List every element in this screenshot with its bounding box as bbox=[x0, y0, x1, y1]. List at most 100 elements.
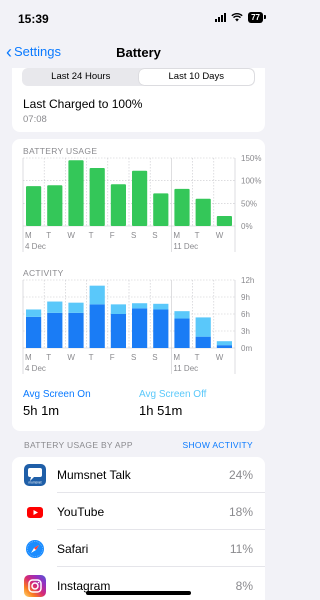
avg-screen-off-value: 1h 51m bbox=[139, 403, 183, 418]
status-icons: 77 bbox=[215, 12, 266, 23]
date-label: 11 Dec bbox=[173, 364, 198, 373]
usage-bar bbox=[110, 184, 126, 226]
date-label: 11 Dec bbox=[173, 242, 198, 251]
screen-off-bar bbox=[110, 304, 126, 314]
y-tick-label: 12h bbox=[241, 276, 254, 285]
screen-on-bar bbox=[132, 308, 148, 348]
cellular-signal-icon bbox=[215, 13, 227, 22]
usage-bar bbox=[89, 167, 105, 226]
y-tick-label: 50% bbox=[241, 199, 257, 208]
y-tick-label: 150% bbox=[241, 154, 261, 163]
app-percentage: 8% bbox=[235, 579, 253, 593]
app-name: Safari bbox=[57, 542, 89, 556]
usage-bar bbox=[47, 185, 63, 226]
app-percentage: 11% bbox=[229, 542, 253, 556]
x-tick-label: F bbox=[110, 231, 115, 240]
avg-screen-on-value: 5h 1m bbox=[23, 403, 60, 418]
divider bbox=[57, 566, 265, 567]
last-charged-time: 07:08 bbox=[23, 114, 47, 125]
usage-bar bbox=[195, 198, 211, 226]
x-tick-label: T bbox=[46, 353, 51, 362]
status-time: 15:39 bbox=[18, 12, 49, 26]
x-tick-label: T bbox=[195, 353, 200, 362]
x-tick-label: F bbox=[110, 353, 115, 362]
x-tick-label: S bbox=[131, 231, 136, 240]
usage-bar bbox=[68, 160, 84, 226]
y-tick-label: 0% bbox=[241, 222, 253, 231]
screen-off-bar bbox=[153, 303, 169, 310]
wifi-icon bbox=[231, 13, 243, 22]
screen-on-bar bbox=[153, 309, 169, 348]
x-tick-label: S bbox=[152, 231, 157, 240]
screen-off-bar bbox=[47, 301, 63, 313]
divider bbox=[57, 492, 265, 493]
usage-bar bbox=[153, 193, 169, 226]
battery-icon: 77 bbox=[248, 12, 266, 23]
segment-last-10-days[interactable]: Last 10 Days bbox=[138, 69, 254, 85]
screen-on-bar bbox=[47, 312, 63, 348]
summary-card: Last 24 Hours Last 10 Days Last Charged … bbox=[12, 68, 265, 132]
app-row-youtube[interactable]: YouTube 18% bbox=[12, 494, 265, 530]
x-tick-label: M bbox=[25, 231, 32, 240]
avg-screen-off-label: Avg Screen Off bbox=[139, 389, 207, 400]
x-tick-label: M bbox=[173, 231, 180, 240]
usage-bar bbox=[26, 186, 42, 226]
screen-off-bar bbox=[132, 303, 148, 309]
mumsnet-icon-text: mumsnet bbox=[28, 481, 41, 485]
page-title: Battery bbox=[116, 45, 161, 60]
navigation-bar: ‹ Settings Battery bbox=[0, 40, 277, 68]
app-name: Mumsnet Talk bbox=[57, 468, 131, 482]
last-charged-text: Last Charged to 100% bbox=[23, 97, 143, 111]
x-tick-label: S bbox=[131, 353, 136, 362]
youtube-icon bbox=[24, 501, 46, 523]
x-tick-label: T bbox=[89, 353, 94, 362]
app-row-instagram[interactable]: Instagram 8% bbox=[12, 568, 265, 600]
show-activity-button[interactable]: SHOW ACTIVITY bbox=[183, 440, 254, 450]
screen-on-bar bbox=[68, 312, 84, 348]
y-tick-label: 9h bbox=[241, 293, 250, 302]
usage-bar bbox=[132, 170, 148, 226]
x-tick-label: W bbox=[67, 231, 75, 240]
x-tick-label: T bbox=[46, 231, 51, 240]
x-tick-label: T bbox=[195, 231, 200, 240]
x-tick-label: M bbox=[173, 353, 180, 362]
screen-off-bar bbox=[68, 302, 84, 313]
screen-on-bar bbox=[110, 314, 126, 348]
app-row-mumsnet-talk[interactable]: mumsnet Mumsnet Talk 24% bbox=[12, 457, 265, 493]
screen-on-bar bbox=[174, 318, 190, 348]
app-usage-list: mumsnet Mumsnet Talk 24% YouTube 18% Saf… bbox=[12, 457, 265, 600]
status-bar: 15:39 77 bbox=[0, 0, 277, 40]
app-row-safari[interactable]: Safari 11% bbox=[12, 531, 265, 567]
period-segmented-control: Last 24 Hours Last 10 Days bbox=[22, 68, 255, 86]
screen-off-bar bbox=[26, 309, 42, 317]
x-tick-label: W bbox=[216, 231, 224, 240]
x-tick-label: T bbox=[89, 231, 94, 240]
x-tick-label: W bbox=[216, 353, 224, 362]
mumsnet-icon: mumsnet bbox=[24, 464, 46, 486]
avg-screen-off: Avg Screen Off 1h 51m bbox=[139, 389, 206, 418]
screen-off-bar bbox=[174, 311, 190, 319]
x-tick-label: W bbox=[67, 353, 75, 362]
charts-card: BATTERY USAGE 150% 100% 50% 0% M T W T F S S M T W 4 D… bbox=[12, 139, 265, 431]
screen-off-bar bbox=[195, 317, 211, 337]
screen-on-bar bbox=[195, 336, 211, 348]
app-percentage: 24% bbox=[228, 468, 253, 482]
x-tick-label: S bbox=[152, 353, 157, 362]
battery-usage-chart[interactable]: 150% 100% 50% 0% M T W T F S S M T W 4 Dec 11 Dec bbox=[12, 154, 265, 254]
segment-last-24-hours[interactable]: Last 24 Hours bbox=[23, 69, 139, 85]
screen-on-bar bbox=[26, 316, 42, 348]
activity-chart[interactable]: 12h 9h 6h 3h 0m M T W T F S S M T W 4 Dec 11 Dec bbox=[12, 276, 265, 376]
date-label: 4 Dec bbox=[25, 242, 46, 251]
usage-bar bbox=[174, 188, 190, 226]
usage-bar bbox=[216, 216, 232, 226]
y-tick-label: 0m bbox=[241, 344, 252, 353]
date-label: 4 Dec bbox=[25, 364, 46, 373]
screen-off-bar bbox=[89, 285, 105, 305]
y-tick-label: 3h bbox=[241, 327, 250, 336]
instagram-icon bbox=[24, 575, 46, 597]
avg-screen-on-label: Avg Screen On bbox=[23, 389, 91, 400]
x-tick-label: M bbox=[25, 353, 32, 362]
home-indicator bbox=[86, 591, 191, 595]
app-name: YouTube bbox=[57, 505, 105, 519]
divider bbox=[57, 529, 265, 530]
